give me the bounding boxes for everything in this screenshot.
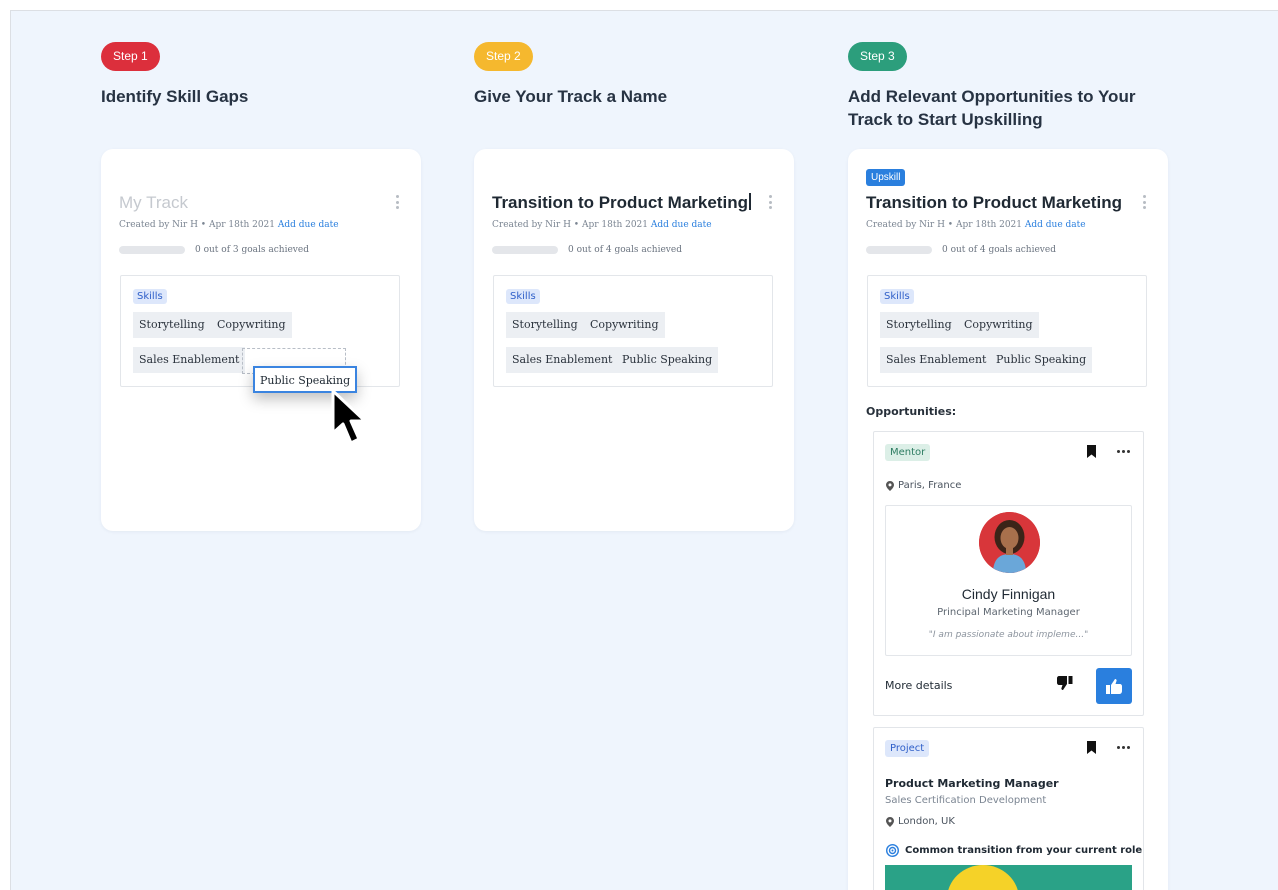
cursor-arrow-icon xyxy=(331,389,367,445)
thumbs-down-icon[interactable] xyxy=(1057,676,1073,690)
progress-text: 0 out of 3 goals achieved xyxy=(195,245,309,255)
kebab-icon[interactable] xyxy=(1142,195,1146,209)
text-caret xyxy=(748,193,751,210)
kebab-icon[interactable] xyxy=(395,195,399,209)
skill-chip[interactable]: Sales Enablement xyxy=(133,347,246,373)
progress-row: 0 out of 4 goals achieved xyxy=(866,245,1056,255)
mentor-quote: "I am passionate about impleme..." xyxy=(928,630,1089,640)
location-pin-icon xyxy=(886,816,894,827)
progress-bar xyxy=(492,246,558,254)
step-2-badge: Step 2 xyxy=(474,42,533,71)
skill-chip[interactable]: Storytelling xyxy=(880,312,958,338)
bookmark-icon[interactable] xyxy=(1086,741,1097,754)
skills-box: Skills Storytelling Copywriting Sales En… xyxy=(493,275,773,387)
progress-text: 0 out of 4 goals achieved xyxy=(568,245,682,255)
mentor-profile: Cindy Finnigan Principal Marketing Manag… xyxy=(885,505,1132,656)
project-title: Product Marketing Manager xyxy=(885,777,1059,790)
skills-label: Skills xyxy=(506,289,540,304)
progress-row: 0 out of 4 goals achieved xyxy=(492,245,682,255)
skill-chip[interactable]: Sales Enablement xyxy=(506,347,619,373)
project-illustration xyxy=(885,865,1132,890)
kebab-icon[interactable] xyxy=(768,195,772,209)
more-icon[interactable] xyxy=(1117,450,1130,453)
project-subtitle: Sales Certification Development xyxy=(885,795,1047,806)
project-image xyxy=(885,865,1132,890)
avatar-illustration xyxy=(979,512,1040,573)
add-due-date-link[interactable]: Add due date xyxy=(1025,220,1086,230)
bookmark-icon[interactable] xyxy=(1086,445,1097,458)
step-3-title: Add Relevant Opportunities to Your Track… xyxy=(848,87,1136,129)
project-location: London, UK xyxy=(886,816,955,827)
skill-chip[interactable]: Copywriting xyxy=(584,312,665,338)
track-name: Transition to Product Marketing xyxy=(866,193,1122,212)
more-icon[interactable] xyxy=(1117,746,1130,749)
avatar xyxy=(979,512,1040,573)
progress-row: 0 out of 3 goals achieved xyxy=(119,245,309,255)
project-tag: Project xyxy=(885,740,930,757)
progress-bar xyxy=(866,246,932,254)
track-card-named: Transition to Product Marketing Created … xyxy=(474,149,794,531)
workspace-frame: Step 1 Identify Skill Gaps My Track Crea… xyxy=(10,10,1278,890)
track-name-input[interactable]: Transition to Product Marketing xyxy=(492,193,762,213)
target-icon xyxy=(886,844,899,857)
skill-chip[interactable]: Public Speaking xyxy=(616,347,719,373)
step-2-title: Give Your Track a Name xyxy=(474,87,668,106)
skills-label: Skills xyxy=(880,289,914,304)
opportunities-label: Opportunities: xyxy=(866,405,957,418)
mentor-role: Principal Marketing Manager xyxy=(937,607,1080,618)
skill-chip[interactable]: Copywriting xyxy=(211,312,292,338)
thumbs-up-button[interactable] xyxy=(1096,668,1132,704)
more-details-link[interactable]: More details xyxy=(885,679,952,692)
add-due-date-link[interactable]: Add due date xyxy=(651,220,712,230)
track-name-placeholder[interactable]: My Track xyxy=(119,193,389,213)
step-1-title: Identify Skill Gaps xyxy=(101,87,249,106)
skill-chip[interactable]: Sales Enablement xyxy=(880,347,993,373)
mentor-tag: Mentor xyxy=(885,444,931,461)
skills-box: Skills Storytelling Copywriting Sales En… xyxy=(867,275,1147,387)
track-meta: Created by Nir H • Apr 18th 2021 Add due… xyxy=(866,220,1086,230)
track-meta: Created by Nir H • Apr 18th 2021 Add due… xyxy=(119,220,339,230)
mentor-location: Paris, France xyxy=(886,480,961,491)
upskill-badge: Upskill xyxy=(866,169,906,186)
skill-chip[interactable]: Copywriting xyxy=(958,312,1039,338)
thumbs-up-icon xyxy=(1106,678,1122,694)
progress-text: 0 out of 4 goals achieved xyxy=(942,245,1056,255)
add-due-date-link[interactable]: Add due date xyxy=(278,220,339,230)
track-meta: Created by Nir H • Apr 18th 2021 Add due… xyxy=(492,220,712,230)
skills-label: Skills xyxy=(133,289,167,304)
skill-chip[interactable]: Public Speaking xyxy=(990,347,1093,373)
step-3-badge: Step 3 xyxy=(848,42,907,71)
track-card-empty: My Track Created by Nir H • Apr 18th 202… xyxy=(101,149,421,531)
step-1-badge: Step 1 xyxy=(101,42,160,71)
project-opportunity-card[interactable]: Project Product Marketing Manager Sales … xyxy=(873,727,1144,890)
mentor-name: Cindy Finnigan xyxy=(961,586,1056,602)
skill-chip[interactable]: Storytelling xyxy=(133,312,211,338)
progress-bar xyxy=(119,246,185,254)
mentor-opportunity-card[interactable]: Mentor Paris, France Cindy Finnigan Prin… xyxy=(873,431,1144,716)
location-pin-icon xyxy=(886,480,894,491)
transition-note: Common transition from your current role xyxy=(886,844,1142,857)
track-card-complete: Upskill Transition to Product Marketing … xyxy=(848,149,1168,890)
skill-chip[interactable]: Storytelling xyxy=(506,312,584,338)
